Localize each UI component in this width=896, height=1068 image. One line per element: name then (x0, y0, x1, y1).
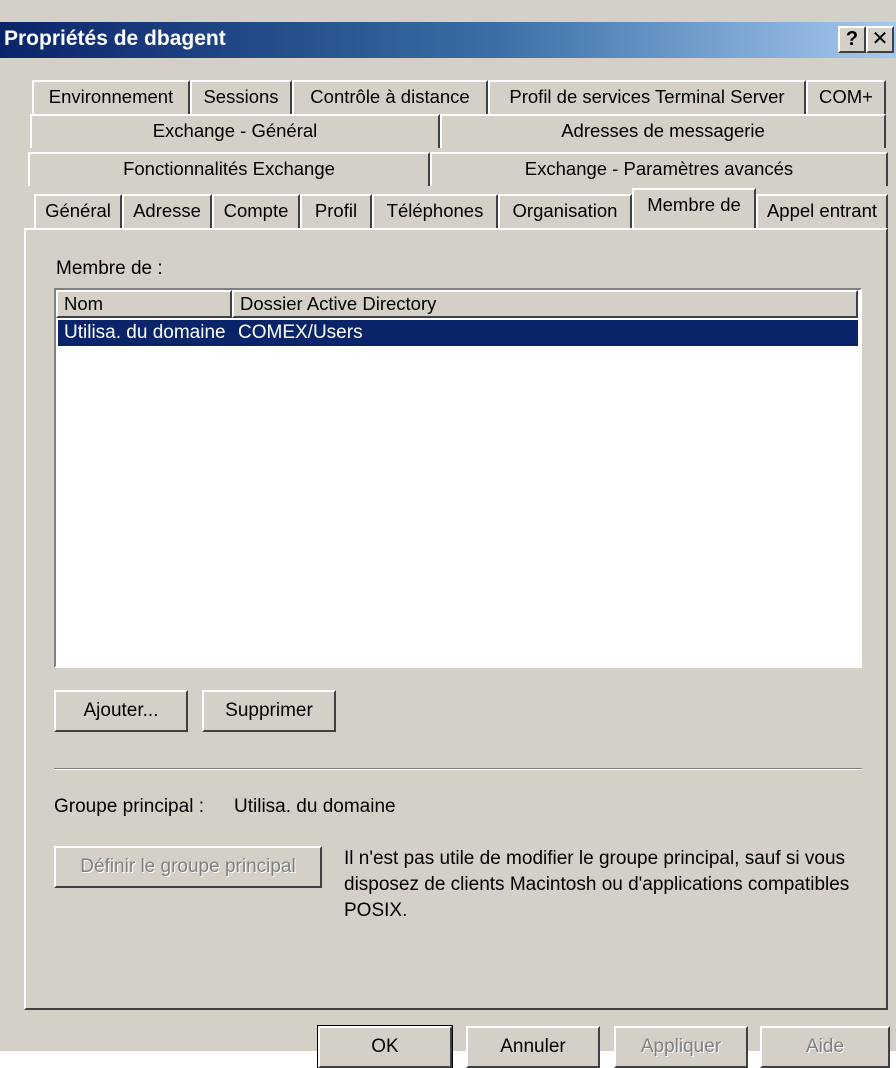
close-icon: ✕ (871, 28, 889, 50)
primary-group-label: Groupe principal : (54, 796, 204, 817)
help-button[interactable]: Aide (760, 1026, 890, 1068)
help-title-button[interactable]: ? (838, 26, 866, 53)
list-item-name: Utilisa. du domaine (64, 322, 226, 343)
tab-adresses-messagerie[interactable]: Adresses de messagerie (440, 114, 886, 148)
tab-organisation[interactable]: Organisation (498, 194, 632, 228)
tab-exchange-general[interactable]: Exchange - Général (30, 114, 440, 148)
close-title-button[interactable]: ✕ (866, 26, 894, 53)
tab-row-3: Fonctionnalités Exchange Exchange - Para… (0, 152, 896, 186)
column-header-nom[interactable]: Nom (56, 290, 232, 318)
primary-group-value: Utilisa. du domaine (234, 796, 396, 817)
tab-membre-de[interactable]: Membre de (632, 188, 756, 228)
tab-general[interactable]: Général (34, 194, 122, 228)
tab-sessions[interactable]: Sessions (190, 80, 292, 114)
primary-group-note-line-3: POSIX. (344, 900, 408, 921)
tab-appel-entrant[interactable]: Appel entrant (756, 194, 888, 228)
window-title: Propriétés de dbagent (4, 27, 226, 50)
properties-dialog: Propriétés de dbagent ? ✕ Environnement … (0, 0, 896, 1068)
tab-panel-membre-de: Membre de : Nom Dossier Active Directory… (24, 228, 888, 1010)
tab-compte[interactable]: Compte (212, 194, 300, 228)
list-item[interactable]: Utilisa. du domaine COMEX/Users (58, 320, 858, 346)
add-button[interactable]: Ajouter... (54, 690, 188, 732)
tab-controle-a-distance[interactable]: Contrôle à distance (292, 80, 488, 114)
tab-environnement[interactable]: Environnement (32, 80, 190, 114)
primary-group-note-line-2: disposez de clients Macintosh ou d'appli… (344, 874, 850, 895)
tab-row-4: Général Adresse Compte Profil Téléphones… (0, 188, 896, 228)
tab-profil-terminal-server[interactable]: Profil de services Terminal Server (488, 80, 806, 114)
remove-button[interactable]: Supprimer (202, 690, 336, 732)
tab-profil[interactable]: Profil (300, 194, 372, 228)
separator (54, 768, 862, 770)
ok-button[interactable]: OK (317, 1025, 453, 1068)
column-header-dossier[interactable]: Dossier Active Directory (232, 290, 858, 318)
list-item-folder: COMEX/Users (238, 322, 363, 343)
cancel-button[interactable]: Annuler (466, 1026, 600, 1068)
tab-com-plus[interactable]: COM+ (806, 80, 886, 114)
tab-fonctionnalites-exchange[interactable]: Fonctionnalités Exchange (28, 152, 430, 186)
set-primary-group-button[interactable]: Définir le groupe principal (54, 846, 322, 888)
apply-button[interactable]: Appliquer (614, 1026, 748, 1068)
tab-telephones[interactable]: Téléphones (372, 194, 498, 228)
tab-row-1: Environnement Sessions Contrôle à distan… (0, 80, 896, 114)
title-bar[interactable]: Propriétés de dbagent ? ✕ (0, 22, 896, 58)
member-of-label: Membre de : (56, 258, 163, 279)
member-of-list[interactable]: Nom Dossier Active Directory Utilisa. du… (54, 288, 862, 668)
primary-group-note-line-1: Il n'est pas utile de modifier le groupe… (344, 848, 846, 869)
tab-adresse[interactable]: Adresse (122, 194, 212, 228)
tab-exchange-parametres-avances[interactable]: Exchange - Paramètres avancés (430, 152, 888, 186)
tab-row-2: Exchange - Général Adresses de messageri… (0, 114, 896, 148)
